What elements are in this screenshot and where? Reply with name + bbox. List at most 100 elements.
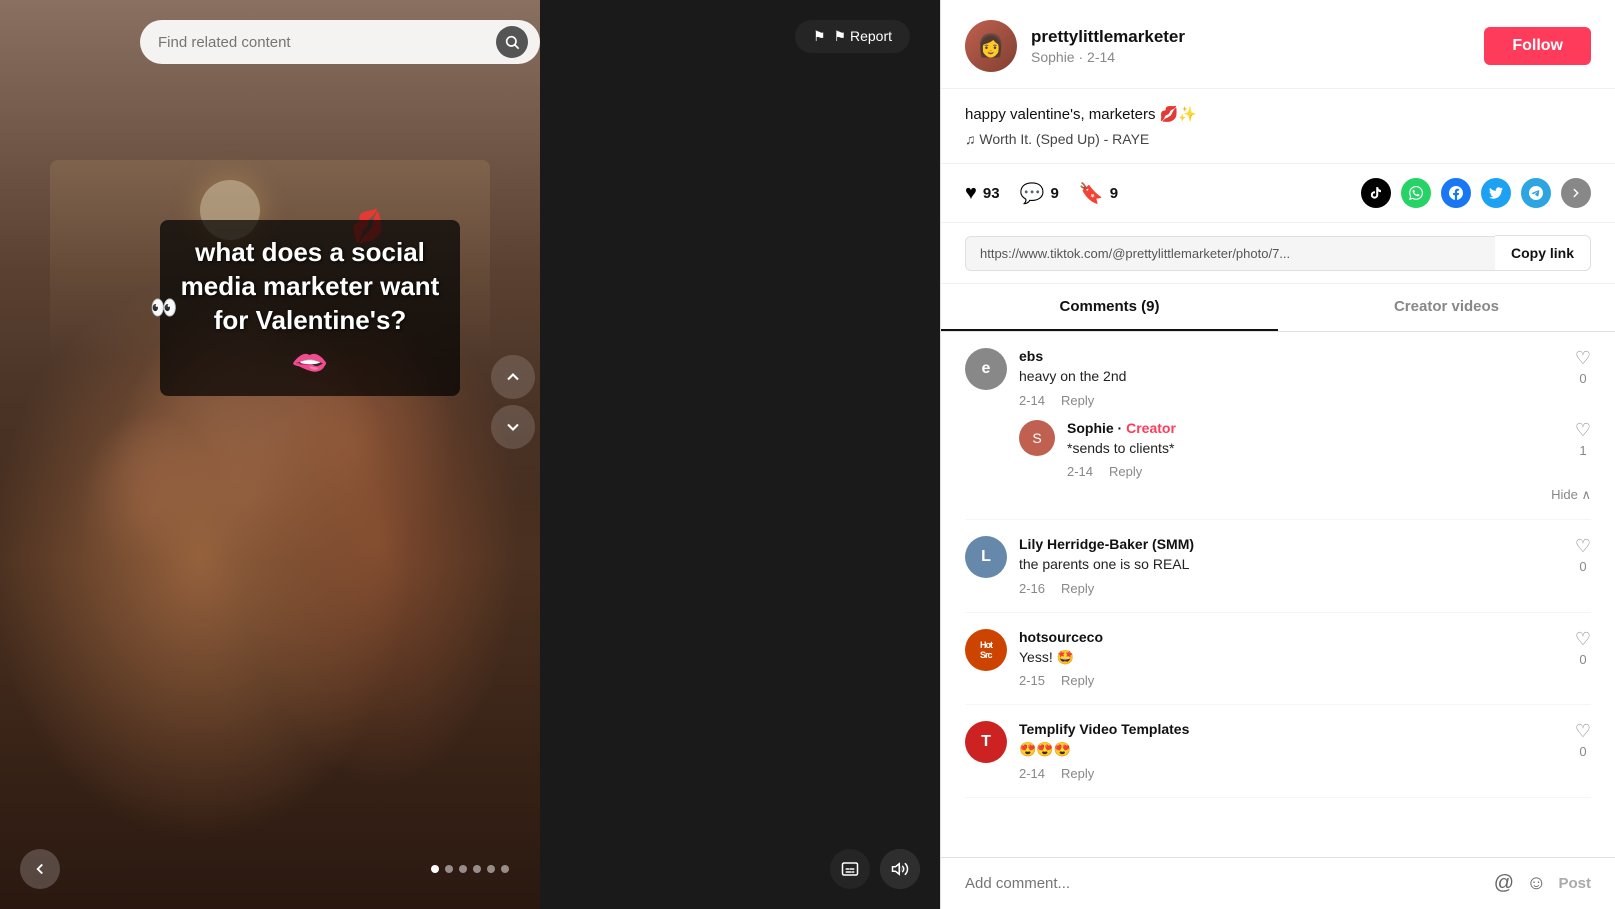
commenter-username[interactable]: ebs [1019,348,1563,364]
commenter-avatar[interactable]: T [965,721,1007,763]
share-whatsapp-button[interactable] [1401,178,1431,208]
post-comment-button[interactable]: Post [1558,875,1591,892]
creator-username[interactable]: prettylittlemarketer [1031,27,1470,47]
nav-down-button[interactable] [491,405,535,449]
heart-icon[interactable]: ♡ [1575,629,1591,650]
follow-button[interactable]: Follow [1484,27,1591,65]
reply-body: Sophie · Creator *sends to clients* 2-14… [1067,420,1563,480]
comment-date: 2-16 [1019,581,1045,596]
reply-button[interactable]: Reply [1061,766,1094,781]
like-number: 0 [1579,371,1586,386]
comment-item: e ebs heavy on the 2nd 2-14 Reply ♡ 0 S [965,332,1591,520]
comment-like[interactable]: ♡ 0 [1575,536,1591,574]
creator-avatar[interactable]: 👩 [965,20,1017,72]
eyes-emoji: 👀 [150,295,177,321]
heart-icon[interactable]: ♡ [1575,348,1591,369]
comment-main: HotSrc hotsourceco Yess! 🤩 2-15 Reply ♡ … [965,629,1591,689]
comment-text: the parents one is so REAL [1019,555,1563,575]
dot-2[interactable] [445,865,453,873]
emoji-icon[interactable]: ☺ [1526,872,1546,895]
reply-item: S Sophie · Creator *sends to clients* 2-… [1019,420,1591,480]
comment-body: Lily Herridge-Baker (SMM) the parents on… [1019,536,1563,596]
link-url-display: https://www.tiktok.com/@prettylittlemark… [965,236,1495,271]
comment-item: L Lily Herridge-Baker (SMM) the parents … [965,520,1591,613]
reply-button[interactable]: Reply [1061,393,1094,408]
comment-main: T Templify Video Templates 😍😍😍 2-14 Repl… [965,721,1591,781]
comment-date: 2-14 [1019,393,1045,408]
comment-body: Templify Video Templates 😍😍😍 2-14 Reply [1019,721,1563,781]
comment-main: e ebs heavy on the 2nd 2-14 Reply ♡ 0 [965,348,1591,408]
share-tiktok-button[interactable] [1361,178,1391,208]
commenter-avatar[interactable]: L [965,536,1007,578]
comment-icon: 💬 [1020,181,1045,206]
share-more-button[interactable] [1561,178,1591,208]
reply-like[interactable]: ♡ 1 [1575,420,1591,458]
search-button[interactable] [496,26,528,58]
reply-text: *sends to clients* [1067,439,1563,459]
commenter-username[interactable]: Lily Herridge-Baker (SMM) [1019,536,1563,552]
bookmarks-button[interactable]: 🔖 9 [1079,181,1118,206]
creator-header: 👩 prettylittlemarketer Sophie · 2-14 Fol… [941,0,1615,89]
likes-count: 93 [983,185,1000,202]
comment-meta: 2-15 Reply [1019,673,1563,688]
dot-1[interactable] [431,865,439,873]
right-panel: 👩 prettylittlemarketer Sophie · 2-14 Fol… [940,0,1615,909]
tab-creator-videos[interactable]: Creator videos [1278,284,1615,331]
avatar-emoji: 👩 [977,33,1004,59]
comments-list: e ebs heavy on the 2nd 2-14 Reply ♡ 0 S [941,332,1615,857]
dot-5[interactable] [487,865,495,873]
reply-button[interactable]: Reply [1061,673,1094,688]
comments-button[interactable]: 💬 9 [1020,181,1059,206]
nav-up-button[interactable] [491,355,535,399]
report-button[interactable]: ⚑ ⚑ Report [795,20,910,53]
share-twitter-button[interactable] [1481,178,1511,208]
input-actions: @ ☺ Post [1494,872,1591,895]
heart-icon[interactable]: ♡ [1575,536,1591,557]
copy-link-button[interactable]: Copy link [1495,235,1591,271]
tabs: Comments (9) Creator videos [941,284,1615,332]
music-credit[interactable]: ♫ Worth It. (Sped Up) - RAYE [965,131,1591,147]
prev-button[interactable] [20,849,60,889]
reply-username: Sophie · Creator [1067,420,1563,436]
comment-item: T Templify Video Templates 😍😍😍 2-14 Repl… [965,705,1591,798]
dot-4[interactable] [473,865,481,873]
heart-icon[interactable]: ♡ [1575,721,1591,742]
heart-icon[interactable]: ♡ [1575,420,1591,441]
share-telegram-button[interactable] [1521,178,1551,208]
commenter-username[interactable]: Templify Video Templates [1019,721,1563,737]
commenter-avatar[interactable]: e [965,348,1007,390]
comment-date: 2-15 [1019,673,1045,688]
like-number: 0 [1579,559,1586,574]
slide-dots [431,865,509,873]
share-icons [1361,178,1591,208]
comment-meta: 2-16 Reply [1019,581,1563,596]
creator-info: prettylittlemarketer Sophie · 2-14 [1031,27,1470,65]
subtitle-button[interactable] [830,849,870,889]
search-input[interactable] [158,34,496,51]
creator-badge: Creator [1126,420,1176,436]
mention-icon[interactable]: @ [1494,872,1514,895]
kiss-emoji: 🫦 [180,345,440,380]
interactions-bar: ♥ 93 💬 9 🔖 9 [941,164,1615,223]
likes-button[interactable]: ♥ 93 [965,182,1000,205]
reply-reply-button[interactable]: Reply [1109,464,1142,479]
share-facebook-button[interactable] [1441,178,1471,208]
tab-comments[interactable]: Comments (9) [941,284,1278,331]
like-number: 0 [1579,744,1586,759]
comment-body: ebs heavy on the 2nd 2-14 Reply [1019,348,1563,408]
hide-replies-button[interactable]: Hide ∧ [1019,487,1591,503]
reply-button[interactable]: Reply [1061,581,1094,596]
comment-like[interactable]: ♡ 0 [1575,629,1591,667]
comment-date: 2-14 [1019,766,1045,781]
commenter-username[interactable]: hotsourceco [1019,629,1563,645]
volume-button[interactable] [880,849,920,889]
comment-body: hotsourceco Yess! 🤩 2-15 Reply [1019,629,1563,689]
nav-controls [0,849,940,889]
dot-3[interactable] [459,865,467,873]
comment-like[interactable]: ♡ 0 [1575,348,1591,386]
commenter-avatar[interactable]: HotSrc [965,629,1007,671]
dot-6[interactable] [501,865,509,873]
comment-like[interactable]: ♡ 0 [1575,721,1591,759]
comment-input[interactable] [965,875,1482,892]
reply-avatar[interactable]: S [1019,420,1055,456]
